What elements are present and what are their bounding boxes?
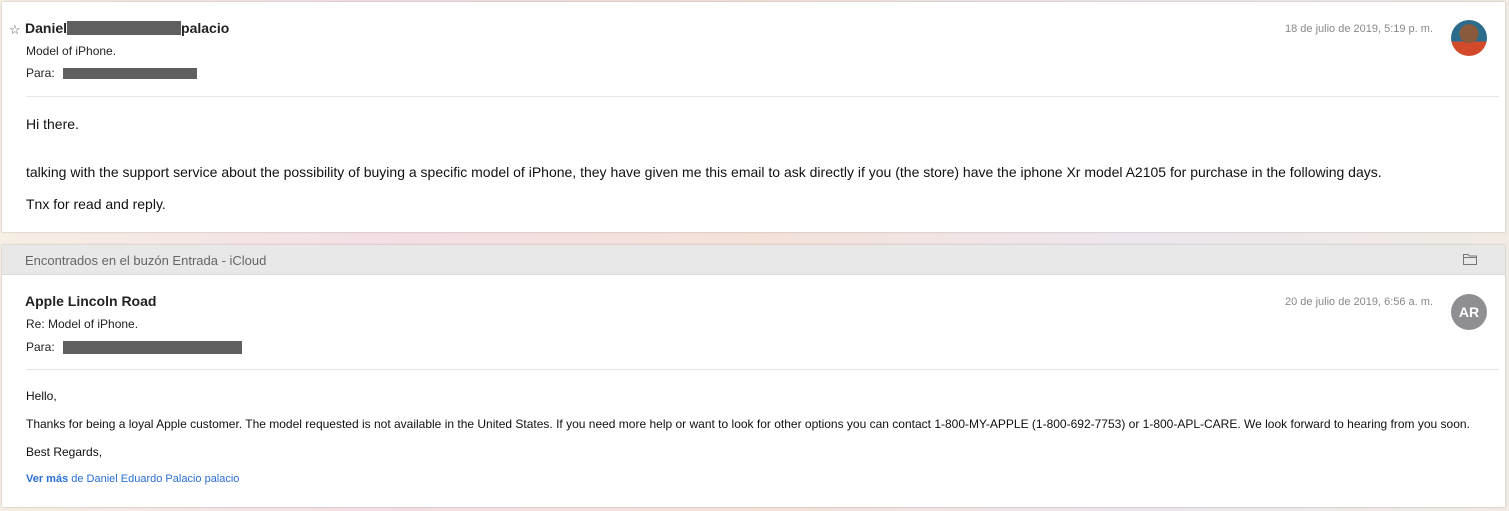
message-date: 20 de julio de 2019, 6:56 a. m. bbox=[1285, 296, 1433, 308]
folder-icon[interactable] bbox=[1463, 253, 1477, 265]
recipient-label: Para: bbox=[26, 340, 55, 354]
redacted-recipient bbox=[62, 67, 197, 79]
body-greeting: Hi there. bbox=[26, 116, 79, 132]
see-more-link[interactable]: Ver más de Daniel Eduardo Palacio palaci… bbox=[26, 473, 239, 485]
sender-name[interactable]: Apple Lincoln Road bbox=[25, 293, 156, 309]
avatar[interactable] bbox=[1451, 20, 1487, 56]
star-icon[interactable]: ☆ bbox=[9, 22, 21, 38]
body-paragraph: talking with the support service about t… bbox=[26, 164, 1382, 180]
mailbox-bar: Encontrados en el buzón Entrada - iCloud bbox=[2, 245, 1505, 275]
body-closing: Tnx for read and reply. bbox=[26, 196, 166, 212]
message-card-1: ☆ Daniel palacio Model of iPhone. Para: … bbox=[2, 2, 1505, 232]
redacted-recipient bbox=[62, 340, 242, 354]
sender-name[interactable]: Daniel palacio bbox=[25, 20, 229, 36]
recipient-line: Para: bbox=[26, 340, 242, 354]
body-paragraph: Thanks for being a loyal Apple customer.… bbox=[26, 417, 1470, 431]
body-greeting: Hello, bbox=[26, 389, 57, 403]
body-closing: Best Regards, bbox=[26, 445, 103, 459]
sender-first-name: Daniel bbox=[25, 20, 68, 36]
message-card-2: Encontrados en el buzón Entrada - iCloud… bbox=[2, 245, 1505, 507]
recipient-label: Para: bbox=[26, 66, 55, 80]
message-date: 18 de julio de 2019, 5:19 p. m. bbox=[1285, 23, 1433, 35]
avatar[interactable]: AR bbox=[1451, 294, 1487, 330]
sender-last-name: palacio bbox=[181, 20, 230, 36]
see-more-label: Ver más bbox=[26, 473, 69, 485]
redacted-block bbox=[67, 21, 182, 35]
header-divider bbox=[26, 369, 1499, 370]
mailbox-label: Encontrados en el buzón Entrada - iCloud bbox=[25, 253, 267, 268]
recipient-line: Para: bbox=[26, 66, 197, 80]
message-subject: Model of iPhone. bbox=[26, 44, 117, 58]
message-subject: Re: Model of iPhone. bbox=[26, 317, 139, 331]
see-more-source: de Daniel Eduardo Palacio palacio bbox=[68, 473, 240, 485]
header-divider bbox=[26, 96, 1499, 97]
